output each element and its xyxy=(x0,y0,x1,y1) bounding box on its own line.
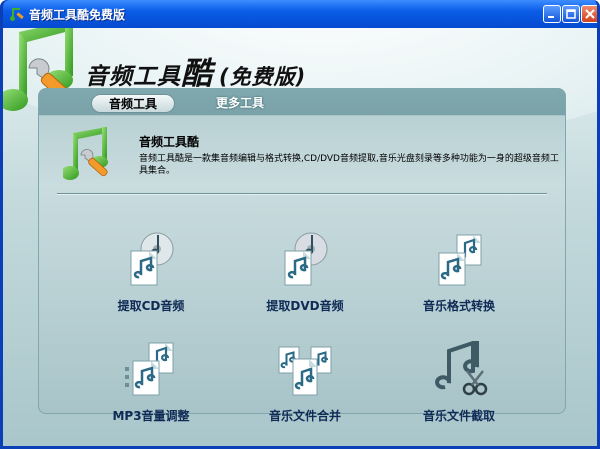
maximize-button[interactable] xyxy=(562,5,580,23)
close-button[interactable] xyxy=(581,5,597,23)
title-bar[interactable]: 音频工具酷免费版 xyxy=(3,0,597,28)
info-title: 音频工具酷 xyxy=(139,135,200,149)
minimize-icon xyxy=(548,16,554,18)
app-window: 音频工具酷免费版 音频工具酷 (免费版) 音频工具 更多工具 音频工具酷 音频工… xyxy=(0,0,600,449)
tool-label: 音乐文件合并 xyxy=(268,409,341,423)
tab-more-tools[interactable]: 更多工具 xyxy=(205,94,275,113)
brand-title: 音频工具酷 (免费版) xyxy=(85,48,306,93)
info-description: 音频工具酷是一款集音频编辑与格式转换,CD/DVD音频提取,音乐光盘刻录等多种功… xyxy=(139,154,559,176)
tool-label: 提取CD音频 xyxy=(117,299,185,313)
main-panel: 音频工具 更多工具 音频工具酷 音频工具酷是一款集音频编辑与格式转换,CD/DV… xyxy=(38,88,566,423)
tool-label: 音乐格式转换 xyxy=(422,299,495,313)
tool-extract-dvd[interactable]: 提取DVD音频 xyxy=(235,231,375,331)
dvd-rip-icon xyxy=(284,232,328,286)
tool-merge-files[interactable]: 音乐文件合并 xyxy=(235,341,375,441)
tool-label: MP3音量调整 xyxy=(112,409,190,423)
volume-adjust-icon xyxy=(125,342,174,396)
cd-rip-icon xyxy=(130,232,174,286)
merge-icon xyxy=(278,346,332,396)
app-icon xyxy=(10,8,24,21)
cut-icon xyxy=(435,341,488,396)
divider xyxy=(57,193,547,194)
brand-part1: 音频工具 xyxy=(85,64,181,90)
brand-part2: 酷 xyxy=(181,56,213,92)
window-title: 音频工具酷免费版 xyxy=(29,8,126,22)
audio-tool-logo-icon xyxy=(63,127,108,180)
brand-free-edition: (免费版) xyxy=(219,65,307,89)
minimize-button[interactable] xyxy=(543,5,561,23)
format-convert-icon xyxy=(438,234,482,286)
info-section: 音频工具酷 音频工具酷是一款集音频编辑与格式转换,CD/DVD音频提取,音乐光盘… xyxy=(39,115,565,195)
close-icon xyxy=(585,9,595,19)
tool-mp3-volume[interactable]: MP3音量调整 xyxy=(81,341,221,441)
tool-label: 提取DVD音频 xyxy=(266,299,344,313)
maximize-icon xyxy=(566,9,576,19)
tool-extract-cd[interactable]: 提取CD音频 xyxy=(81,231,221,331)
tool-cut-files[interactable]: 音乐文件截取 xyxy=(389,341,529,441)
client-area: 音频工具酷 (免费版) 音频工具 更多工具 音频工具酷 音频工具酷是一款集音频编… xyxy=(3,28,597,446)
tool-label: 音乐文件截取 xyxy=(422,409,495,423)
tool-format-convert[interactable]: 音乐格式转换 xyxy=(389,231,529,331)
tab-audio-tools[interactable]: 音频工具 xyxy=(91,94,175,113)
